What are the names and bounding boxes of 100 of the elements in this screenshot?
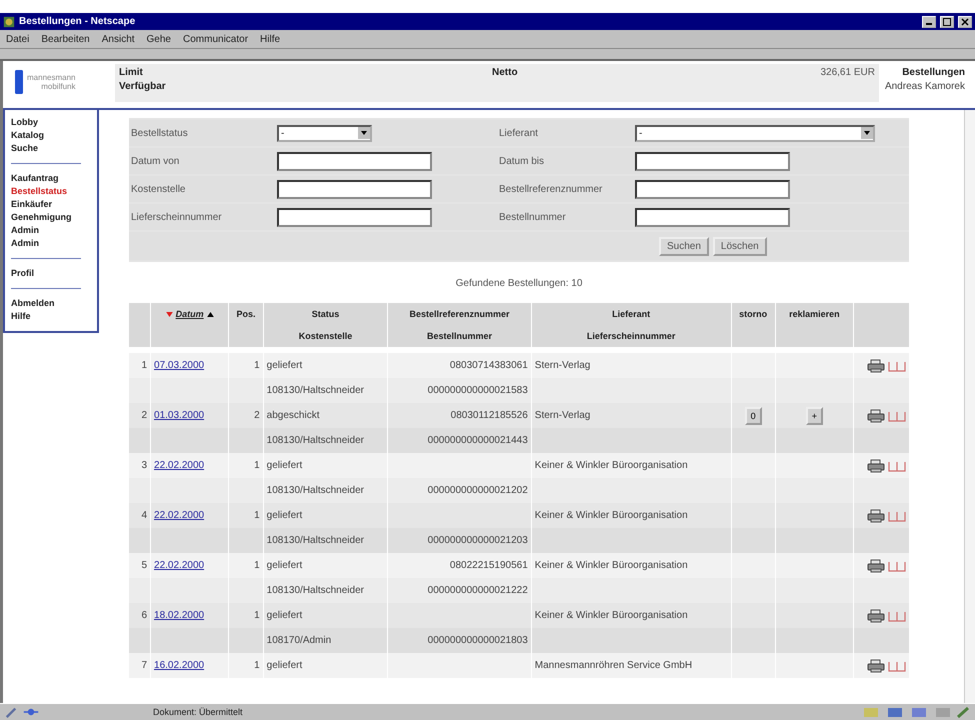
table-cell: 000000000000021803 — [428, 635, 528, 646]
nav-item[interactable]: Admin — [11, 237, 97, 250]
table-cell: geliefert — [266, 510, 302, 521]
printer-icon[interactable] — [867, 458, 886, 472]
table-cell: 1 — [254, 560, 260, 571]
printer-icon[interactable] — [867, 408, 886, 422]
nav-item[interactable]: Genehmigung — [11, 211, 97, 224]
menu-item[interactable]: Bearbeiten — [41, 34, 90, 44]
table-cell: 000000000000021202 — [428, 485, 528, 496]
column-header: Pos. — [236, 309, 256, 319]
column-header: Lieferscheinnummer — [586, 331, 676, 341]
table-cell: 08022215190561 — [450, 560, 528, 571]
table-cell: 108130/Haltschneider — [266, 385, 364, 396]
field-label: Datum von — [130, 156, 180, 166]
table-cell: Keiner & Winkler Büroorganisation — [534, 510, 688, 521]
field-label: Bestellreferenznummer — [498, 184, 604, 194]
status-text: Dokument: Übermittelt — [153, 707, 243, 717]
printer-icon[interactable] — [867, 508, 886, 522]
minimize-button[interactable] — [922, 16, 936, 28]
sort-down-icon[interactable] — [166, 312, 173, 317]
column-header: reklamieren — [789, 309, 840, 319]
form-button[interactable]: Suchen — [659, 236, 709, 256]
input-field[interactable] — [635, 180, 790, 198]
input-field[interactable] — [635, 152, 790, 170]
window-title: Bestellungen - Netscape — [19, 16, 136, 27]
menu-item[interactable]: Hilfe — [260, 34, 280, 44]
table-cell: 000000000000021222 — [428, 585, 528, 596]
column-header[interactable]: Datum — [176, 309, 204, 320]
logo-text: mobilfunk — [41, 82, 76, 91]
nav-item[interactable]: Bestellstatus — [11, 185, 97, 198]
nav-item[interactable]: Einkäufer — [11, 198, 97, 211]
row-number: 4 — [141, 510, 148, 521]
nav-item[interactable]: Katalog — [11, 129, 97, 142]
column-header: Status — [312, 309, 340, 319]
sort-up-icon[interactable] — [206, 312, 214, 317]
input-field[interactable] — [277, 180, 432, 198]
printer-icon[interactable] — [867, 358, 886, 372]
table-cell: 1 — [254, 660, 260, 671]
row-number: 3 — [141, 460, 148, 471]
table-cell: Mannesmannröhren Service GmbH — [534, 660, 692, 671]
dropdown[interactable]: - — [635, 124, 875, 142]
menu-item[interactable]: Gehe — [146, 34, 171, 44]
menu-item[interactable]: Communicator — [183, 34, 248, 44]
dropdown[interactable]: - — [277, 124, 372, 142]
maximize-button[interactable] — [940, 16, 954, 28]
form-button[interactable]: Löschen — [712, 236, 767, 256]
table-cell: geliefert — [266, 660, 302, 671]
table-cell: 108170/Admin — [266, 635, 332, 646]
table-cell: Keiner & Winkler Büroorganisation — [534, 610, 688, 621]
nav-item[interactable]: Abmelden — [11, 297, 97, 310]
close-icon — [961, 18, 969, 26]
header-label: Limit — [119, 66, 144, 80]
nav-item[interactable]: Lobby — [11, 116, 97, 129]
field-label: Bestellnummer — [498, 212, 567, 222]
table-cell: geliefert — [266, 460, 302, 471]
nav-item[interactable]: Kaufantrag — [11, 172, 97, 185]
row-number: 2 — [141, 410, 148, 421]
table-cell: Keiner & Winkler Büroorganisation — [534, 460, 688, 471]
connection-icon — [23, 706, 39, 718]
table-cell: 08030714383061 — [450, 360, 528, 371]
complain-button[interactable]: + — [806, 406, 824, 424]
table-cell: geliefert — [266, 610, 302, 621]
row-number: 1 — [141, 360, 148, 371]
table-cell: 108130/Haltschneider — [266, 435, 364, 446]
nav-item[interactable]: Hilfe — [11, 310, 97, 323]
row-number: 7 — [141, 660, 148, 671]
table-cell: 2 — [254, 410, 260, 421]
row-number: 6 — [141, 610, 148, 621]
input-field[interactable] — [277, 208, 432, 226]
section-title: Bestellungen — [902, 66, 965, 80]
printer-icon[interactable] — [867, 608, 886, 622]
column-header: Bestellnummer — [427, 331, 492, 341]
input-field[interactable] — [277, 152, 432, 170]
logo-text: mannesmann — [27, 73, 76, 82]
table-cell: geliefert — [266, 560, 302, 571]
input-field[interactable] — [635, 208, 790, 226]
storno-button[interactable]: 0 — [744, 406, 762, 424]
menu-item[interactable]: Ansicht — [102, 34, 135, 44]
nav-item[interactable]: Admin — [11, 224, 97, 237]
table-cell: 1 — [254, 460, 260, 471]
column-header: Bestellreferenznummer — [410, 309, 510, 319]
table-cell: 000000000000021203 — [428, 535, 528, 546]
header-label: Netto — [492, 66, 518, 80]
table-cell: geliefert — [266, 360, 302, 371]
security-icon — [3, 706, 19, 718]
table-cell: 1 — [254, 610, 260, 621]
result-count: Gefundene Bestellungen: 10 — [454, 278, 584, 289]
table-cell: Stern-Verlag — [534, 360, 590, 371]
printer-icon[interactable] — [867, 658, 886, 672]
table-cell: 1 — [254, 360, 260, 371]
field-label: Kostenstelle — [130, 184, 186, 194]
nav-item[interactable]: Suche — [11, 142, 97, 155]
menu-item[interactable]: Datei — [6, 34, 30, 44]
close-button[interactable] — [958, 16, 972, 28]
printer-icon[interactable] — [867, 558, 886, 572]
nav-item[interactable]: Profil — [11, 267, 97, 280]
field-label: Lieferant — [498, 128, 539, 138]
maximize-icon — [943, 18, 951, 26]
table-cell: Keiner & Winkler Büroorganisation — [534, 560, 688, 571]
net-value: 326,61 EUR — [820, 66, 875, 80]
